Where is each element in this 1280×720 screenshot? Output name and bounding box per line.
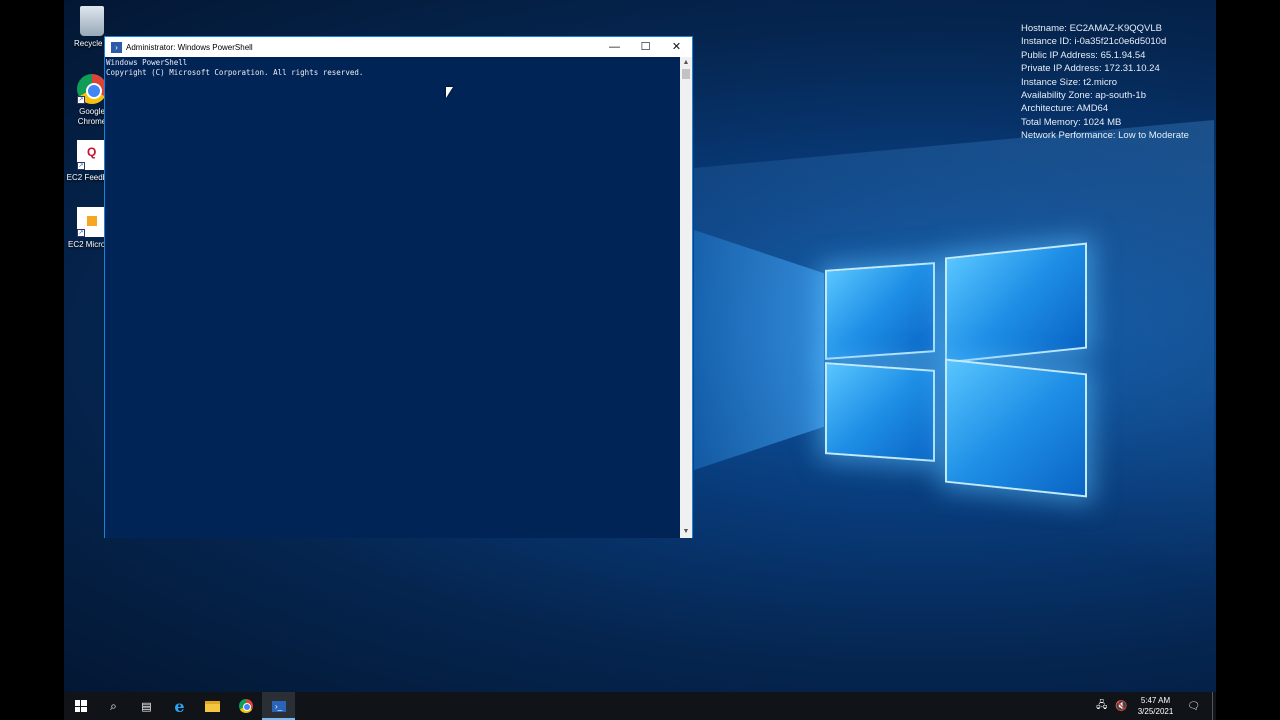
- windows-logo-pane: [945, 242, 1087, 364]
- ec2-microsoft-icon: ↗: [77, 207, 107, 237]
- total-memory-text: Total Memory: 1024 MB: [1021, 116, 1122, 128]
- close-button[interactable]: ✕: [661, 37, 692, 57]
- taskbar-file-explorer[interactable]: [196, 692, 229, 720]
- instance-info-panel: Hostname: EC2AMAZ-K9QQVLB Instance ID: i…: [1021, 22, 1189, 143]
- task-view-button[interactable]: ▤: [130, 692, 163, 720]
- instance-size-text: Instance Size: t2.micro: [1021, 76, 1118, 88]
- architecture-text: Architecture: AMD64: [1021, 103, 1109, 115]
- scroll-down-icon[interactable]: ▼: [680, 526, 692, 538]
- public-ip-text: Public IP Address: 65.1.94.54: [1021, 49, 1146, 61]
- scrollbar-thumb[interactable]: [682, 69, 690, 79]
- windows-logo-pane: [945, 358, 1087, 498]
- availability-zone-text: Availability Zone: ap-south-1b: [1021, 90, 1146, 102]
- private-ip-text: Private IP Address: 172.31.10.24: [1021, 63, 1160, 75]
- maximize-button[interactable]: ☐: [630, 37, 661, 57]
- hostname-text: Hostname: EC2AMAZ-K9QQVLB: [1021, 23, 1162, 34]
- clock[interactable]: 5:47 AM 3/25/2021: [1138, 695, 1174, 717]
- internet-explorer-icon: e: [174, 696, 185, 716]
- show-desktop-button[interactable]: [1212, 692, 1216, 720]
- q-logo-icon: Q: [87, 145, 97, 159]
- shortcut-arrow-icon: ↗: [77, 229, 85, 237]
- windows-logo-pane: [825, 362, 935, 462]
- window-title: Administrator: Windows PowerShell: [126, 42, 253, 52]
- window-titlebar[interactable]: › Administrator: Windows PowerShell — ☐ …: [105, 37, 692, 57]
- package-icon: [87, 216, 97, 226]
- volume-muted-icon[interactable]: 🔇: [1115, 701, 1127, 712]
- clock-time: 5:47 AM: [1140, 696, 1171, 705]
- windows-logo-glow: [694, 230, 824, 470]
- search-icon: ⌕: [110, 698, 117, 713]
- file-explorer-icon: [205, 700, 220, 712]
- shortcut-arrow-icon: ↗: [77, 96, 85, 104]
- instance-id-text: Instance ID: i-0a35f21c0e6d5010d: [1021, 36, 1167, 48]
- ec2-feedback-icon: Q ↗: [77, 140, 107, 170]
- taskbar-internet-explorer[interactable]: e: [163, 692, 196, 720]
- scroll-up-icon[interactable]: ▲: [680, 57, 692, 69]
- powershell-icon: ›: [111, 41, 122, 53]
- taskbar: ⌕ ▤ e ›_ 🖧 🔇 5:47 AM 3/25/2021 🗨: [64, 692, 1216, 720]
- minimize-button[interactable]: —: [599, 37, 630, 57]
- chrome-icon: [238, 699, 253, 713]
- powershell-window[interactable]: › Administrator: Windows PowerShell — ☐ …: [104, 36, 693, 538]
- notifications-icon[interactable]: 🗨: [1187, 701, 1200, 712]
- chrome-icon: ↗: [77, 74, 107, 104]
- network-performance-text: Network Performance: Low to Moderate: [1021, 130, 1189, 142]
- start-icon: [74, 700, 87, 712]
- system-tray: 🖧 🔇 5:47 AM 3/25/2021 🗨: [1092, 692, 1216, 720]
- vertical-scrollbar[interactable]: ▲ ▼: [680, 57, 692, 538]
- recycle-bin-icon: [80, 6, 104, 36]
- taskbar-powershell[interactable]: ›_: [262, 692, 295, 720]
- powershell-icon: ›_: [271, 700, 286, 712]
- windows-logo-pane: [825, 262, 935, 360]
- shortcut-arrow-icon: ↗: [77, 162, 85, 170]
- search-button[interactable]: ⌕: [97, 692, 130, 720]
- network-icon[interactable]: 🖧: [1096, 698, 1107, 715]
- taskbar-chrome[interactable]: [229, 692, 262, 720]
- mouse-pointer-icon: [446, 87, 453, 98]
- clock-date: 3/25/2021: [1137, 707, 1174, 716]
- console-output[interactable]: Windows PowerShell Copyright (C) Microso…: [105, 57, 681, 538]
- start-button[interactable]: [64, 692, 97, 720]
- task-view-icon: ▤: [141, 700, 152, 713]
